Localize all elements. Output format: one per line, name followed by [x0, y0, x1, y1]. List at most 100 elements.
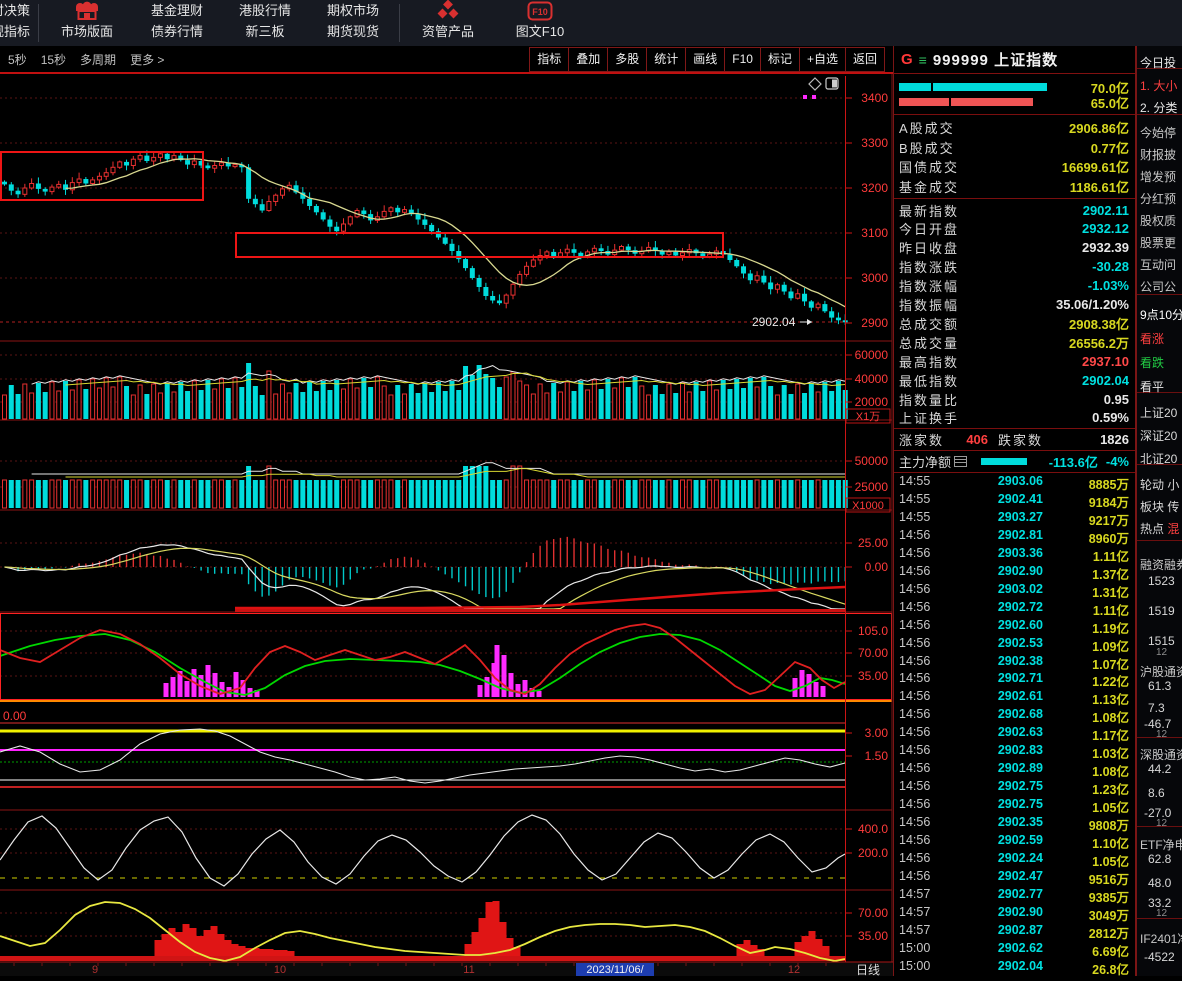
svg-text:0.00: 0.00: [3, 709, 27, 723]
sidebar-item[interactable]: 8.6: [1148, 786, 1165, 800]
period-item[interactable]: 5秒: [8, 51, 27, 68]
stat-label: 上证换手: [899, 408, 959, 427]
period-item[interactable]: 多周期: [80, 51, 116, 68]
sidebar-item[interactable]: 48.0: [1148, 876, 1171, 890]
sidebar-item[interactable]: 看涨: [1140, 330, 1164, 347]
menu-item-futures[interactable]: 期货现货: [309, 21, 397, 42]
sidebar-item[interactable]: 上证20: [1140, 404, 1177, 421]
menu-item-asset-products[interactable]: 资管产品: [402, 0, 494, 46]
menubar-edge-group[interactable]: 时决策 规指标: [0, 0, 36, 46]
sidebar-item[interactable]: 热点 混: [1140, 520, 1179, 537]
f10-icon: F10: [494, 0, 586, 22]
sidebar-item[interactable]: 9点10分: [1140, 306, 1182, 323]
sidebar-item[interactable]: 看跌: [1140, 354, 1164, 371]
toolbar-button[interactable]: 统计: [646, 48, 685, 71]
sidebar-item[interactable]: ETF净申: [1140, 836, 1182, 853]
trade-volume: 1.31亿: [1092, 582, 1129, 599]
sidebar-item[interactable]: 12: [1156, 818, 1167, 829]
menu-item-indicator[interactable]: 规指标: [0, 21, 36, 42]
period-item[interactable]: 15秒: [41, 51, 66, 68]
sidebar-item[interactable]: 股权质: [1140, 212, 1176, 229]
sidebar-item[interactable]: 44.2: [1148, 762, 1171, 776]
turnover-row: B股成交 0.77亿: [894, 138, 1135, 157]
menu-item-f10[interactable]: F10 图文F10: [494, 0, 586, 46]
toolbar-button[interactable]: 画线: [685, 48, 724, 71]
sidebar-item[interactable]: 1523: [1148, 574, 1175, 588]
toolbar-button[interactable]: 指标: [530, 48, 568, 71]
trade-volume: 3049万: [1089, 905, 1129, 922]
trade-row: 14:56 2902.72 1.11亿: [894, 600, 1135, 617]
trade-volume: 9217万: [1089, 510, 1129, 527]
g-badge[interactable]: G: [901, 51, 913, 68]
sidebar-item[interactable]: 2. 分类: [1140, 99, 1177, 116]
svg-text:3100: 3100: [861, 226, 888, 240]
menu-item-fund[interactable]: 基金理财: [133, 0, 221, 21]
sidebar-item[interactable]: 股票更: [1140, 234, 1176, 251]
sidebar-item[interactable]: 财报披: [1140, 146, 1176, 163]
trading-terminal: { "menubar": { "edge_top": "时决策", "edge_…: [0, 0, 1182, 976]
svg-text:2900: 2900: [861, 316, 888, 330]
sidebar-item[interactable]: 7.3: [1148, 701, 1165, 715]
sidebar-item[interactable]: 沪股通资: [1140, 663, 1182, 680]
trade-row: 14:57 2902.77 9385万: [894, 887, 1135, 904]
sidebar-item[interactable]: 深证20: [1140, 427, 1177, 444]
trade-price: 2902.61: [951, 689, 1043, 706]
trade-row: 14:56 2902.75 1.05亿: [894, 797, 1135, 814]
advancers-label: 涨家数: [899, 430, 944, 449]
sidebar-item[interactable]: 融资融券: [1140, 556, 1182, 573]
sidebar-item[interactable]: 北证20: [1140, 450, 1177, 467]
sidebar-item[interactable]: 互动问: [1140, 256, 1176, 273]
sidebar-item[interactable]: 深股通资: [1140, 746, 1182, 763]
period-label[interactable]: 日线: [856, 963, 880, 976]
panel-divider: [1135, 46, 1136, 976]
svg-text:3300: 3300: [861, 136, 888, 150]
menu-item-options[interactable]: 期权市场: [309, 0, 397, 21]
sidebar-item[interactable]: 增发预: [1140, 168, 1176, 185]
sidebar-item[interactable]: -4522: [1144, 950, 1175, 964]
trade-time: 14:56: [899, 833, 951, 850]
hamburger-icon[interactable]: ≡: [919, 52, 927, 68]
sidebar-item[interactable]: 62.8: [1148, 852, 1171, 866]
sidebar-item[interactable]: 板块 传: [1140, 498, 1179, 515]
toolbar-button[interactable]: +自选: [799, 48, 845, 71]
main-chart[interactable]: 2902.040.0034003300320031003000290060000…: [0, 0, 893, 976]
trade-price: 2902.77: [951, 887, 1043, 904]
stat-value: -30.28: [1092, 259, 1129, 274]
sidebar-item[interactable]: 12: [1156, 908, 1167, 919]
sidebar-item[interactable]: 轮动 小: [1140, 476, 1179, 493]
trade-price: 2903.06: [951, 474, 1043, 491]
menu-item-neeq[interactable]: 新三板: [221, 21, 309, 42]
menu-item-market[interactable]: 市场版面: [41, 0, 133, 46]
sidebar-item[interactable]: 公司公: [1140, 278, 1176, 295]
sidebar-item[interactable]: 看平: [1140, 378, 1164, 395]
toolbar-button[interactable]: 返回: [845, 48, 884, 71]
sidebar-item[interactable]: 分红预: [1140, 190, 1176, 207]
toolbar-button[interactable]: F10: [724, 48, 760, 71]
sidebar-item[interactable]: 1519: [1148, 604, 1175, 618]
trade-volume: 9184万: [1089, 492, 1129, 509]
crosshair-date: 2023/11/06/: [586, 964, 644, 976]
trade-row: 14:56 2902.61 1.13亿: [894, 689, 1135, 706]
trade-price: 2902.35: [951, 815, 1043, 832]
sidebar-item[interactable]: 12: [1156, 647, 1167, 658]
sidebar-item[interactable]: 61.3: [1148, 679, 1171, 693]
menu-item-bond[interactable]: 债券行情: [133, 21, 221, 42]
sidebar-item[interactable]: 今始停: [1140, 124, 1176, 141]
menu-item-hk[interactable]: 港股行情: [221, 0, 309, 21]
menu-item-decision[interactable]: 时决策: [0, 0, 36, 21]
list-icon[interactable]: [954, 456, 967, 467]
sidebar-item[interactable]: 今日投: [1140, 54, 1176, 71]
toolbar-button[interactable]: 多股: [607, 48, 646, 71]
trade-row: 14:56 2902.59 1.10亿: [894, 833, 1135, 850]
sidebar-item[interactable]: 12: [1156, 729, 1167, 740]
toolbar-button[interactable]: 标记: [760, 48, 799, 71]
sidebar-item[interactable]: 1515: [1148, 634, 1175, 648]
sidebar-item[interactable]: 1. 大小: [1140, 77, 1177, 94]
period-item[interactable]: 更多 >: [130, 51, 164, 68]
stat-value: -1.03%: [1088, 278, 1129, 293]
toolbar-button[interactable]: 叠加: [568, 48, 607, 71]
menu-item-market-label: 市场版面: [41, 22, 133, 42]
panel-divider: [894, 428, 1135, 429]
sidebar-item[interactable]: IF2401净: [1140, 930, 1182, 947]
trade-row: 14:56 2902.63 1.17亿: [894, 725, 1135, 742]
